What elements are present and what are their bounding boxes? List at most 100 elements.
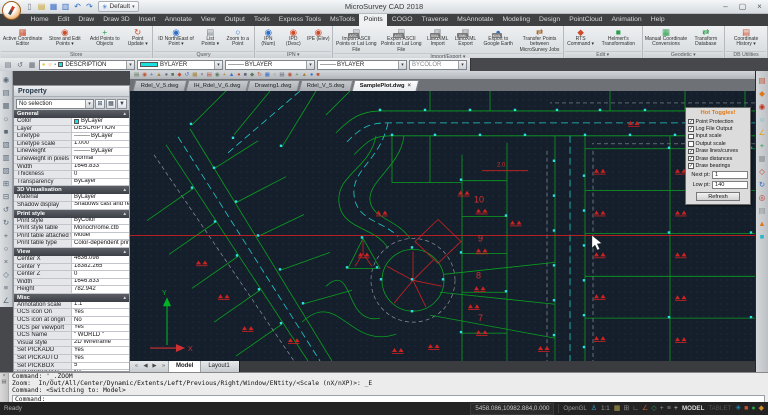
id-point-button[interactable]: ◉ID North/East of Point ▾: [154, 26, 197, 48]
toolbar-icon[interactable]: ↻: [257, 71, 262, 79]
select-objects-icon[interactable]: ▦: [106, 99, 116, 109]
open-drawing-icon[interactable]: ▧: [1, 138, 12, 151]
toolbar-icon[interactable]: ■: [316, 71, 319, 79]
ribbon-tab-help[interactable]: Help: [646, 14, 669, 26]
draw-order-icon[interactable]: ▤: [757, 74, 768, 87]
snap-circle-icon[interactable]: ◉: [757, 100, 768, 113]
checkbox[interactable]: ✓: [688, 119, 694, 125]
save-icon[interactable]: ▦: [48, 1, 59, 13]
checkbox[interactable]: ✓: [688, 156, 694, 162]
plot-icon[interactable]: ▨: [1, 164, 12, 177]
rts-command-button[interactable]: ◆RTS Command ▾: [565, 26, 596, 48]
layer-dropdown[interactable]: ●☼▪DESCRIPTION▾: [39, 60, 135, 70]
ribbon-tab-draw[interactable]: Draw: [74, 14, 99, 26]
checkbox[interactable]: ✓: [688, 149, 694, 155]
open-file-icon[interactable]: ▤: [36, 1, 47, 13]
printstyle-dropdown[interactable]: BYCOLOR▾: [409, 60, 467, 70]
mirror-icon[interactable]: ◇: [1, 268, 12, 281]
refresh-view-icon[interactable]: ↻: [757, 178, 768, 191]
helmert-button[interactable]: ■Helmert's Transformation: [596, 26, 640, 48]
target-icon[interactable]: ◎: [757, 191, 768, 204]
ribbon-tab-insert[interactable]: Insert: [134, 14, 160, 26]
last-tab-icon[interactable]: »: [159, 361, 168, 372]
ribbon-tab-traverse[interactable]: Traverse: [417, 14, 453, 26]
close-icon[interactable]: ×: [407, 83, 411, 89]
landxml-export-button[interactable]: ▥XMLLandXML Export: [452, 26, 480, 48]
layer-state-icon[interactable]: ▦: [1, 99, 12, 112]
toggle-pickadd-icon[interactable]: ▼: [117, 99, 127, 109]
minimize-button[interactable]: –: [717, 0, 734, 13]
toolbar-icon[interactable]: +: [295, 71, 298, 79]
toolbar-icon[interactable]: ▤: [207, 71, 212, 79]
ribbon-tab-edit[interactable]: Edit: [53, 14, 74, 26]
ribbon-tab-cogo[interactable]: COGO: [387, 14, 417, 26]
selection-dropdown[interactable]: No selection ▾: [16, 99, 94, 109]
layer-isolate-icon[interactable]: ▦: [27, 61, 37, 69]
store-points-button[interactable]: ◉Store and Edit Points ▾: [44, 26, 85, 48]
toolbar-icon[interactable]: ↺: [185, 71, 190, 79]
ortho-icon[interactable]: ∟: [632, 403, 639, 414]
transfer-points-button[interactable]: ⇄Transfer Points between MicroSurvey Job…: [517, 26, 562, 53]
layers-icon[interactable]: ▤: [1, 86, 12, 99]
model-canvas[interactable]: 109872.0 Y X: [130, 91, 755, 361]
offset-icon[interactable]: ≡: [1, 281, 12, 294]
ipd-desc-button[interactable]: ◉IPD (Desc): [281, 26, 306, 48]
model-space-toggle[interactable]: MODEL: [682, 405, 704, 412]
toolbar-icon[interactable]: ▲: [302, 71, 307, 79]
save-drawing-icon[interactable]: ▥: [1, 151, 12, 164]
notify-icon[interactable]: ◆: [759, 403, 764, 414]
ipe-elev-button[interactable]: ◉IPE (Elev): [306, 26, 331, 42]
snap-icon[interactable]: ▦: [614, 403, 621, 414]
workspace-dropdown[interactable]: ✳ Default ▾: [98, 1, 139, 12]
point-number-input[interactable]: 140: [712, 181, 748, 189]
undo-tool-icon[interactable]: ↺: [1, 203, 12, 216]
toolbar-icon[interactable]: +: [150, 71, 153, 79]
coordinate-editor-button[interactable]: ▦Active Coordinate Editor: [1, 26, 44, 48]
copy-icon[interactable]: ⊞: [1, 177, 12, 190]
toolbar-icon[interactable]: ▤: [279, 71, 284, 79]
ribbon-tab-pointcloud[interactable]: PointCloud: [565, 14, 607, 26]
export-ascii-button[interactable]: ▤ASCExport ASCII Points or Lat Long File: [379, 26, 424, 53]
checkbox[interactable]: [688, 141, 694, 147]
linetype-dropdown[interactable]: ———BYLAYER▾: [225, 60, 315, 70]
swatch-icon[interactable]: ■: [1, 125, 12, 138]
first-tab-icon[interactable]: «: [132, 361, 141, 372]
drawing-tab-drawing1-dwg[interactable]: Drawing1.dwg: [247, 80, 300, 91]
ribbon-tab-points[interactable]: Points: [359, 14, 387, 26]
landxml-import-button[interactable]: ▥XMLLandXML Import: [424, 26, 452, 48]
ribbon-tab-animation[interactable]: Animation: [607, 14, 646, 26]
globe-icon[interactable]: ●: [751, 403, 755, 414]
ribbon-tab-output[interactable]: Output: [220, 14, 249, 26]
section-header-general[interactable]: General▴: [14, 110, 129, 118]
checkbox[interactable]: [688, 134, 694, 140]
toolbar-icon[interactable]: ■: [244, 71, 247, 79]
ribbon-tab-annotate[interactable]: Annotate: [160, 14, 196, 26]
ribbon-tab-design[interactable]: Design: [535, 14, 565, 26]
point-update-button[interactable]: ↻Point Update ▾: [124, 26, 151, 48]
ribbon-tab-view[interactable]: View: [196, 14, 220, 26]
app-logo-icon[interactable]: [2, 1, 21, 20]
list-points-button[interactable]: ▤List Points ▾: [198, 26, 223, 48]
manual-conversion-button[interactable]: ▦Manual Coordinate Conversions: [644, 26, 689, 48]
daylight-icon[interactable]: ☼: [1, 112, 12, 125]
paste-icon[interactable]: ⊟: [1, 190, 12, 203]
quick-select-icon[interactable]: ⊞: [95, 99, 105, 109]
trim-icon[interactable]: ∠: [1, 294, 12, 307]
toolbar-icon[interactable]: ▲: [156, 71, 161, 79]
polygon-icon[interactable]: ◇: [757, 165, 768, 178]
ribbon-tab-express-tools[interactable]: Express Tools: [274, 14, 325, 26]
section-header-view[interactable]: View▴: [14, 248, 129, 256]
add-points-button[interactable]: +Add Points to Objects: [85, 26, 124, 48]
angle-icon[interactable]: ∠: [757, 126, 768, 139]
drawing-tab-rdel-v-5-dwg[interactable]: Rdel_V_5.dwg: [299, 80, 353, 91]
ribbon-tab-draw-3d[interactable]: Draw 3D: [99, 14, 134, 26]
redo-tool-icon[interactable]: ↻: [1, 216, 12, 229]
toolbar-icon[interactable]: ○: [273, 71, 276, 79]
rotate-icon[interactable]: ○: [1, 242, 12, 255]
lwt-icon[interactable]: ≡: [667, 403, 671, 414]
toolbar-icon[interactable]: +: [223, 71, 226, 79]
color-dropdown[interactable]: BYLAYER▾: [137, 60, 223, 70]
layer-manager-icon[interactable]: ▤: [3, 61, 13, 69]
toolbar-icon[interactable]: ◆: [250, 71, 254, 79]
esnap-icon[interactable]: ◇: [651, 403, 656, 414]
